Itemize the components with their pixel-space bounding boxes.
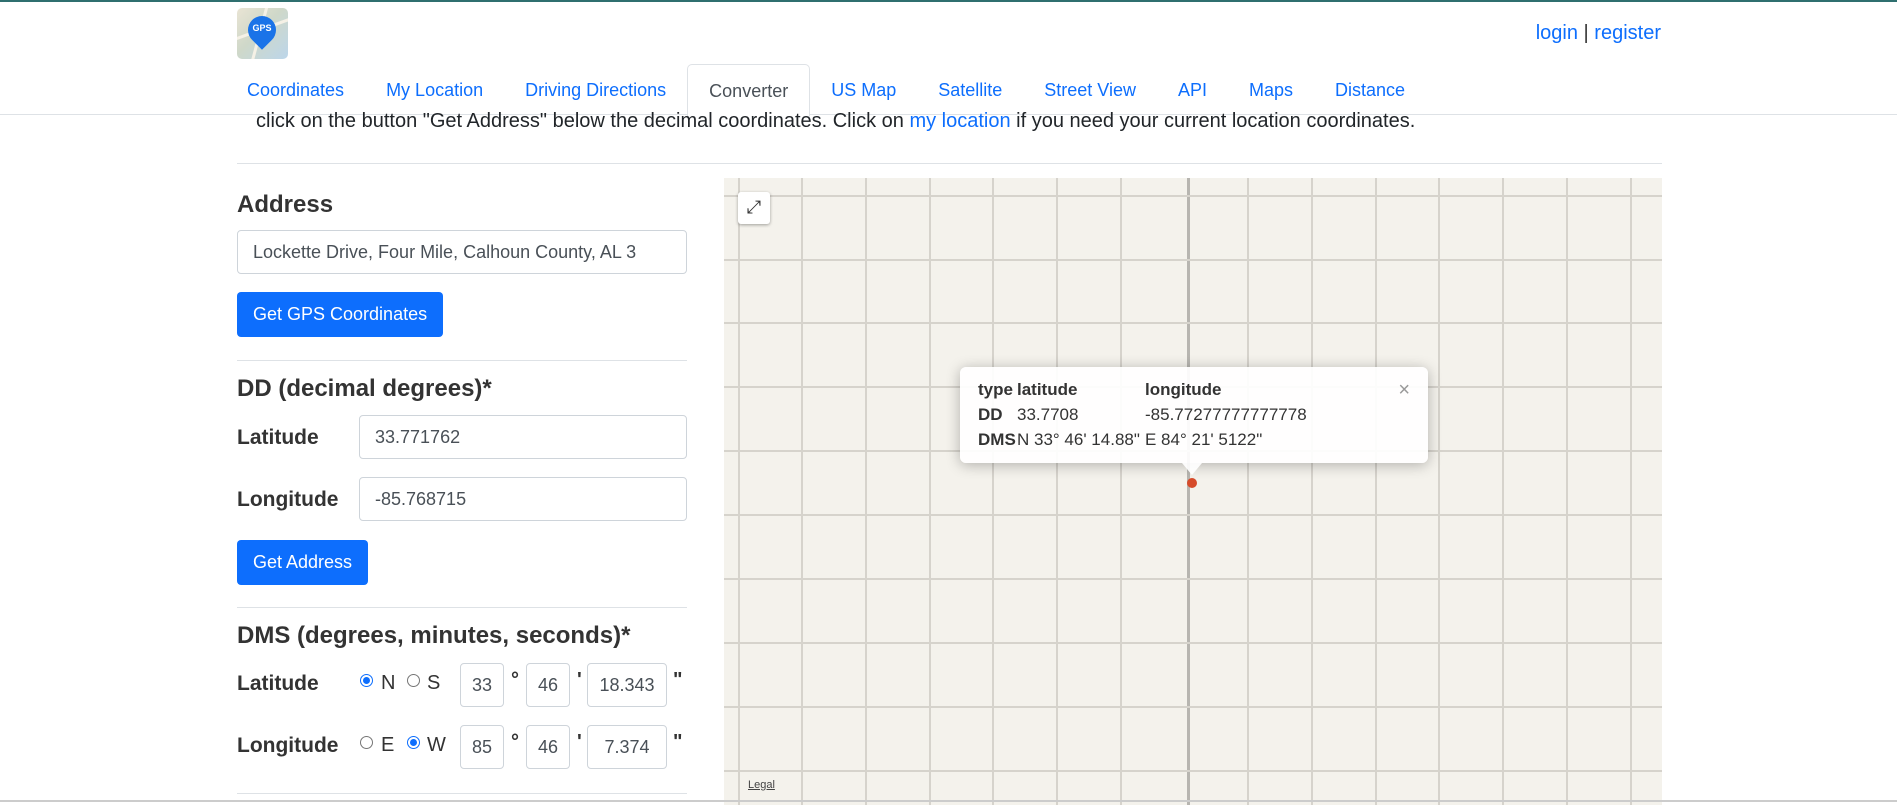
dd-latitude-label: Latitude — [237, 426, 319, 449]
map-grid-line — [929, 178, 931, 805]
dms-latitude-label: Latitude — [237, 672, 319, 695]
map-grid-line — [1247, 178, 1249, 805]
map-grid-line — [724, 578, 1662, 580]
lon-minutes-input[interactable]: 46 — [526, 725, 570, 769]
map-grid-line — [724, 514, 1662, 516]
lat-seconds-input[interactable]: 18.343 — [587, 663, 667, 707]
tab-satellite[interactable]: Satellite — [917, 64, 1023, 114]
popup-dms-latitude: N 33° 46' 14.88" — [1017, 430, 1140, 449]
coordinates-popup: × type latitude longitude DD 33.7708 -85… — [960, 367, 1428, 463]
map-grid-line — [724, 195, 1662, 197]
intro-text-after: if you need your current location coordi… — [1010, 110, 1416, 132]
intro-text: click on the button "Get Address" below … — [256, 110, 1415, 133]
popup-header-type: type — [978, 380, 1013, 399]
tab-coordinates[interactable]: Coordinates — [226, 64, 365, 114]
map-grid-line — [738, 178, 740, 805]
divider — [237, 360, 687, 361]
main-tabs: Coordinates My Location Driving Directio… — [226, 64, 1426, 117]
tab-driving-directions[interactable]: Driving Directions — [504, 64, 687, 114]
login-link[interactable]: login — [1536, 22, 1578, 44]
map-grid-line — [992, 178, 994, 805]
tab-street-view[interactable]: Street View — [1023, 64, 1157, 114]
map-grid-line — [865, 178, 867, 805]
popup-tail — [1182, 463, 1202, 475]
get-gps-coordinates-button[interactable]: Get GPS Coordinates — [237, 292, 444, 337]
location-marker[interactable] — [1187, 478, 1197, 488]
dd-longitude-input[interactable]: -85.768715 — [359, 477, 687, 521]
map-grid-line — [1375, 178, 1377, 805]
lon-west-radio[interactable] — [407, 736, 420, 749]
expand-icon: ⤢ — [746, 197, 762, 217]
tab-us-map[interactable]: US Map — [810, 64, 917, 114]
popup-header-longitude: longitude — [1145, 380, 1222, 399]
auth-links: login | register — [1536, 22, 1661, 45]
lat-south-radio[interactable] — [407, 674, 420, 687]
map-grid-line — [1438, 178, 1440, 805]
tab-maps[interactable]: Maps — [1228, 64, 1314, 114]
dd-longitude-label: Longitude — [237, 488, 339, 511]
map-grid-line — [724, 642, 1662, 644]
divider — [237, 793, 687, 794]
map-grid-line — [1566, 178, 1568, 805]
address-heading: Address — [237, 191, 334, 218]
map-grid-line — [724, 322, 1662, 324]
lat-minutes-input[interactable]: 46 — [526, 663, 570, 707]
register-link[interactable]: register — [1594, 22, 1661, 44]
map-view[interactable]: ⤢ × type latitude longitude DD 33.7708 -… — [724, 178, 1662, 805]
dms-heading: DMS (degrees, minutes, seconds)* — [237, 622, 631, 649]
navbar: GPS login | register Coordinates My Loca… — [0, 2, 1897, 117]
lon-degrees-input[interactable]: 85 — [460, 725, 504, 769]
tab-my-location[interactable]: My Location — [365, 64, 504, 114]
popup-dms-label: DMS — [978, 430, 1016, 449]
map-grid-line — [1056, 178, 1058, 805]
bottom-border — [0, 800, 1897, 802]
minute-symbol: ' — [577, 731, 582, 753]
auth-separator: | — [1583, 22, 1589, 44]
lat-south-label: S — [427, 672, 441, 694]
map-grid-line — [724, 706, 1662, 708]
my-location-link[interactable]: my location — [909, 110, 1010, 132]
popup-dd-longitude: -85.77277777777778 — [1145, 405, 1307, 424]
address-input[interactable]: Lockette Drive, Four Mile, Calhoun Count… — [237, 230, 687, 274]
dms-longitude-label: Longitude — [237, 734, 339, 757]
popup-header-latitude: latitude — [1017, 380, 1078, 399]
map-grid-line — [724, 770, 1662, 772]
dd-heading: DD (decimal degrees)* — [237, 375, 492, 402]
lon-seconds-input[interactable]: 7.374 — [587, 725, 667, 769]
lat-north-label: N — [381, 672, 396, 694]
logo-text: GPS — [252, 23, 272, 33]
second-symbol: " — [673, 669, 683, 691]
map-grid-line — [1311, 178, 1313, 805]
degree-symbol: ° — [511, 669, 519, 691]
popup-dms-longitude: E 84° 21' 5122" — [1145, 430, 1263, 449]
degree-symbol: ° — [511, 731, 519, 753]
divider — [237, 163, 1662, 164]
lat-degrees-input[interactable]: 33 — [460, 663, 504, 707]
map-grid-line — [1187, 178, 1190, 805]
popup-dd-latitude: 33.7708 — [1017, 405, 1079, 424]
lon-east-radio[interactable] — [360, 736, 373, 749]
site-logo[interactable]: GPS — [237, 8, 288, 59]
tab-api[interactable]: API — [1157, 64, 1228, 114]
map-grid-line — [724, 259, 1662, 261]
lon-west-label: W — [427, 734, 446, 756]
minute-symbol: ' — [577, 669, 582, 691]
popup-dd-label: DD — [978, 405, 1003, 424]
legal-link[interactable]: Legal — [748, 779, 775, 791]
second-symbol: " — [673, 731, 683, 753]
map-grid-line — [801, 178, 803, 805]
map-grid-line — [1630, 178, 1632, 805]
map-grid-line — [1120, 178, 1122, 805]
intro-text-before: click on the button "Get Address" below … — [256, 110, 910, 132]
dd-latitude-input[interactable]: 33.771762 — [359, 415, 687, 459]
fullscreen-button[interactable]: ⤢ — [738, 192, 770, 224]
map-grid-line — [1502, 178, 1504, 805]
tab-distance[interactable]: Distance — [1314, 64, 1426, 114]
lon-east-label: E — [381, 734, 395, 756]
lat-north-radio[interactable] — [360, 674, 373, 687]
divider — [237, 607, 687, 608]
get-address-button[interactable]: Get Address — [237, 540, 369, 585]
close-icon[interactable]: × — [1398, 379, 1410, 402]
